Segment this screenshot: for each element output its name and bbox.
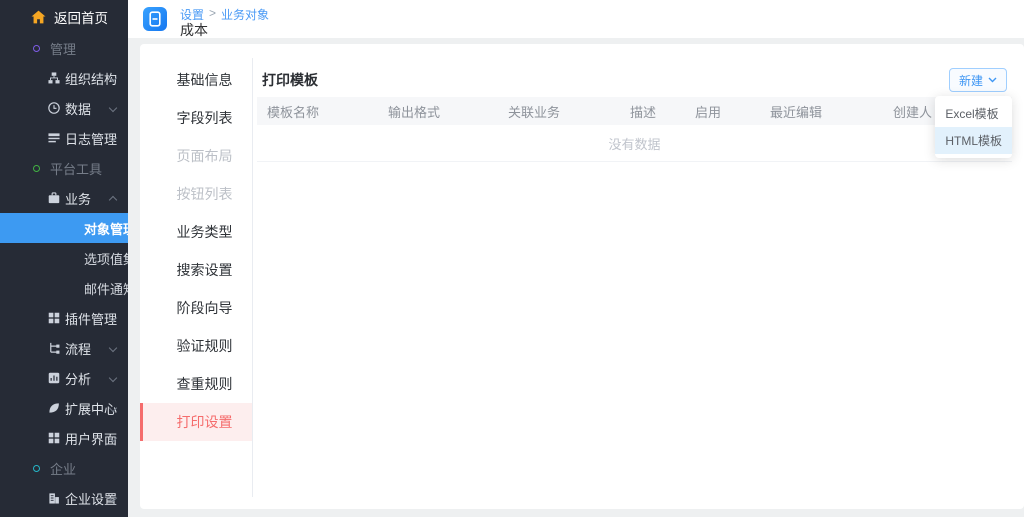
sidebar-item-workflow[interactable]: 流程 <box>0 333 128 363</box>
breadcrumb-business-object[interactable]: 业务对象 <box>221 6 269 23</box>
tab-business-type[interactable]: 业务类型 <box>140 213 253 251</box>
chevron-up-icon <box>108 195 118 205</box>
sidebar-item-user-interface[interactable]: 用户界面 <box>0 423 128 453</box>
page-title: 成本 <box>180 22 208 38</box>
column-last-edited: 最近编辑 <box>770 104 823 120</box>
sidebar-section-platform-tools[interactable]: 平台工具 <box>0 153 128 183</box>
sidebar-item-option-sets[interactable]: 选项值集 <box>0 243 128 273</box>
chevron-down-icon <box>108 343 118 353</box>
tab-stage-wizard[interactable]: 阶段向导 <box>140 289 253 327</box>
tab-button-list[interactable]: 按钮列表 <box>140 175 253 213</box>
column-enabled: 启用 <box>695 104 722 120</box>
briefcase-icon <box>48 192 60 204</box>
sidebar-item-email-notification[interactable]: 邮件通知 <box>0 273 128 303</box>
tab-basic-info[interactable]: 基础信息 <box>140 61 253 99</box>
section-title: 打印模板 <box>262 72 318 88</box>
clock-icon <box>48 102 60 114</box>
new-button-label: 新建 <box>958 73 983 88</box>
tab-validation-rules[interactable]: 验证规则 <box>140 327 253 365</box>
sidebar-item-org-structure[interactable]: 组织结构 <box>0 63 128 93</box>
menu-item-html-template[interactable]: HTML模板 <box>935 127 1012 154</box>
tab-print-settings[interactable]: 打印设置 <box>140 403 253 441</box>
sidebar-section-management[interactable]: 管理 <box>0 33 128 63</box>
settings-tab-list: 基础信息 字段列表 页面布局 按钮列表 业务类型 搜索设置 阶段向导 验证规则 … <box>140 44 253 509</box>
tab-field-list[interactable]: 字段列表 <box>140 99 253 137</box>
new-button[interactable]: 新建 <box>948 68 1007 92</box>
tab-search-settings[interactable]: 搜索设置 <box>140 251 253 289</box>
table-header-row: 模板名称 输出格式 关联业务 描述 启用 最近编辑 创建人 <box>257 97 1012 125</box>
table-empty-state: 没有数据 <box>257 125 1012 162</box>
main-sidebar: 返回首页 管理 组织结构 数据 日志管理 平台工具 业务 对象管 选项值 邮件通… <box>0 0 128 517</box>
chevron-down-icon <box>108 103 118 113</box>
chevron-down-icon <box>108 373 118 383</box>
sidebar-item-plugin-management[interactable]: 插件管理 <box>0 303 128 333</box>
clipboard-icon <box>149 11 161 27</box>
workflow-icon <box>50 342 60 354</box>
log-list-icon <box>48 133 60 143</box>
sidebar-item-object-management[interactable]: 对象管理 <box>0 213 128 243</box>
back-to-home-label: 返回首页 <box>54 10 108 26</box>
column-description: 描述 <box>630 104 657 120</box>
building-icon <box>49 493 59 504</box>
extension-leaf-icon <box>49 403 59 413</box>
sidebar-item-analysis[interactable]: 分析 <box>0 363 128 393</box>
sidebar-item-extension-center[interactable]: 扩展中心 <box>0 393 128 423</box>
management-ring-icon <box>33 44 40 52</box>
sidebar-item-data[interactable]: 数据 <box>0 93 128 123</box>
main-card: 基础信息 字段列表 页面布局 按钮列表 业务类型 搜索设置 阶段向导 验证规则 … <box>140 44 1024 509</box>
column-output-format: 输出格式 <box>388 104 441 120</box>
tab-dedup-rules[interactable]: 查重规则 <box>140 365 253 403</box>
new-template-dropdown: Excel模板 HTML模板 <box>935 96 1012 158</box>
top-header: 设置 > 业务对象 成本 <box>128 0 1024 38</box>
menu-item-excel-template[interactable]: Excel模板 <box>935 100 1012 127</box>
home-icon <box>31 10 46 23</box>
enterprise-ring-icon <box>33 464 40 472</box>
breadcrumb-separator: > <box>209 6 217 20</box>
sidebar-item-business[interactable]: 业务 <box>0 183 128 213</box>
sidebar-section-enterprise[interactable]: 企业 <box>0 453 128 483</box>
ui-grid-icon <box>48 432 60 444</box>
column-template-name: 模板名称 <box>267 104 320 120</box>
org-structure-icon <box>48 72 60 84</box>
tab-page-layout[interactable]: 页面布局 <box>140 137 253 175</box>
sidebar-item-log-management[interactable]: 日志管理 <box>0 123 128 153</box>
app-icon <box>143 7 167 31</box>
platform-tools-ring-icon <box>33 164 40 172</box>
empty-text: 没有数据 <box>608 136 661 152</box>
column-related-business: 关联业务 <box>508 104 561 120</box>
back-to-home[interactable]: 返回首页 <box>0 0 128 33</box>
analysis-chart-icon <box>48 372 60 384</box>
plugin-grid-icon <box>48 312 60 324</box>
chevron-down-icon <box>988 77 997 83</box>
sidebar-item-enterprise-settings[interactable]: 企业设置 <box>0 483 128 513</box>
